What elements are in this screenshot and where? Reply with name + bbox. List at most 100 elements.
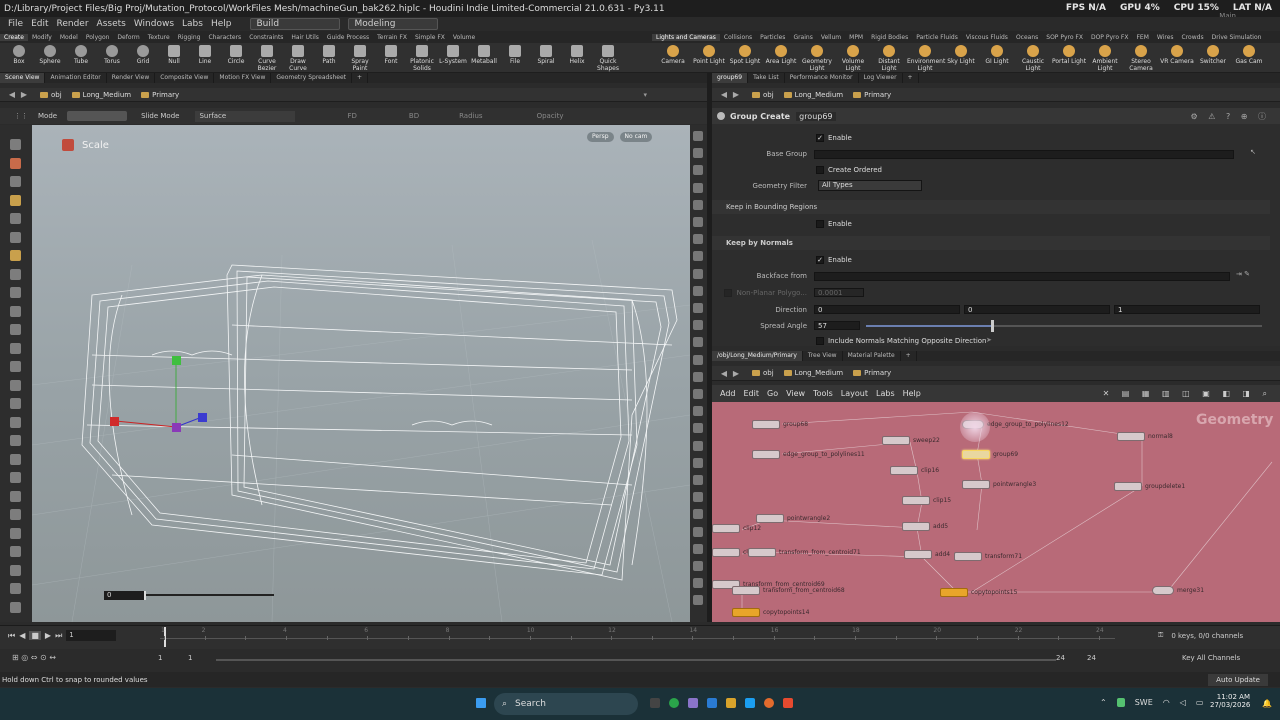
shelf-tool[interactable]: Platonic Solids (407, 45, 437, 72)
pane-tab[interactable]: Render View (107, 73, 156, 83)
display-tool-icon[interactable] (693, 595, 703, 606)
shelf-tab[interactable]: Deform (113, 34, 143, 41)
display-tool-icon[interactable] (693, 389, 703, 399)
play-icon[interactable]: ▶ (45, 631, 51, 640)
shelf-tab[interactable]: Crowds (1178, 34, 1208, 41)
path-obj[interactable]: obj (752, 91, 774, 99)
pane-tab[interactable]: Material Palette (843, 351, 901, 361)
slider-track[interactable] (146, 594, 274, 596)
normals-enable-checkbox[interactable]: ✓ (816, 256, 824, 264)
shelf-tab[interactable]: Guide Process (323, 34, 373, 41)
shelf-tab[interactable]: Modify (28, 34, 56, 41)
direction-x-field[interactable]: 0 (814, 305, 960, 314)
shelf-tab[interactable]: Vellum (817, 34, 845, 41)
display-tool-icon[interactable] (693, 492, 703, 503)
shelf-tool[interactable]: Draw Curve (283, 45, 313, 72)
shelf-tool[interactable]: Distant Light (871, 45, 907, 72)
shelf-tab[interactable]: Hair Utils (287, 34, 322, 41)
path-geo[interactable]: Long_Medium (71, 91, 131, 99)
param-header-icons[interactable]: ⚙ ⚠ ? ⊕ ⓘ (1191, 111, 1270, 122)
shelf-tool[interactable]: Grid (128, 45, 158, 65)
desktop-build-select[interactable]: Build (249, 18, 340, 30)
range-end-field[interactable]: 24 (1056, 654, 1065, 662)
scene-viewport[interactable] (32, 125, 690, 622)
key-all-channels[interactable]: Key All Channels (1182, 654, 1240, 662)
shelf-tool[interactable]: Point Light (691, 45, 727, 65)
toolbox-tool-icon[interactable] (10, 231, 21, 243)
shelf-tab[interactable]: Rigid Bodies (867, 34, 912, 41)
app-icon[interactable] (783, 698, 793, 708)
surface-select[interactable]: Surface (195, 110, 296, 122)
geometry-filter-select[interactable]: All Types (818, 180, 922, 191)
camera-menu[interactable]: No cam (619, 132, 653, 142)
network-toolbar-icons[interactable]: ✕ ▤ ▦ ▥ ◫ ▣ ◧ ◨ ⌕ (1103, 389, 1272, 399)
toolbox-tool-icon[interactable] (10, 194, 21, 206)
toolbox-tool-icon[interactable] (10, 509, 21, 520)
shelf-tool[interactable]: L-System (438, 45, 468, 65)
network-node[interactable]: merge31 (1152, 586, 1204, 596)
forward-arrow-icon[interactable]: ▶ (730, 90, 742, 99)
tray-icon[interactable] (1116, 698, 1125, 707)
display-tool-icon[interactable] (693, 148, 703, 159)
shelf-tab[interactable]: Particle Fluids (912, 34, 962, 41)
shelf-tab[interactable]: MPM (845, 34, 867, 41)
wifi-icon[interactable]: ◠ (1163, 698, 1170, 707)
enable-checkbox[interactable]: ✓ (816, 134, 824, 142)
network-node[interactable]: clip12 (712, 524, 761, 534)
first-frame-icon[interactable]: ⏮ (8, 631, 15, 641)
pane-tab[interactable]: Motion FX View (214, 73, 272, 83)
path-geo[interactable]: Long_Medium (783, 91, 843, 99)
path-node[interactable]: Primary (853, 91, 891, 99)
shelf-tab[interactable]: Rigging (174, 34, 205, 41)
shelf-tool[interactable]: Helix (562, 45, 592, 65)
shelf-tool[interactable]: Sky Light (943, 45, 979, 65)
app-icon[interactable] (745, 698, 755, 708)
shelf-tool[interactable]: Spiral (531, 45, 561, 65)
menu-edit[interactable]: Edit (31, 19, 48, 29)
shelf-tool[interactable]: Metaball (469, 45, 499, 65)
shelf-tool[interactable]: File (500, 45, 530, 65)
display-tool-icon[interactable] (693, 371, 703, 382)
arrow-select-icon[interactable]: ↖ (1250, 148, 1256, 156)
display-tool-icon[interactable] (693, 423, 703, 434)
toolbox-tool-icon[interactable] (10, 435, 21, 446)
direction-y-field[interactable]: 0 (964, 305, 1110, 314)
shelf-tool[interactable]: Area Light (763, 45, 799, 65)
stop-icon[interactable]: ■ (29, 631, 41, 640)
shelf-tab[interactable]: Model (56, 34, 82, 41)
display-tool-icon[interactable] (693, 303, 703, 313)
persp-menu[interactable]: Persp (587, 132, 614, 142)
toolbox-tool-icon[interactable] (10, 268, 21, 280)
keep-normals-section[interactable]: Keep by Normals (712, 236, 1270, 250)
shelf-tool[interactable]: Torus (97, 45, 127, 65)
frame-field[interactable]: 0 (104, 590, 144, 600)
display-tool-icon[interactable] (693, 320, 703, 331)
display-tool-icon[interactable] (693, 165, 703, 176)
network-editor[interactable]: group68 edge_group_to_polylines11 sweep22 c… (712, 402, 1280, 622)
path-node[interactable]: Primary (853, 369, 891, 377)
menu-assets[interactable]: Assets (97, 19, 126, 29)
shelf-tab[interactable]: FEM (1132, 34, 1152, 41)
net-menu-view[interactable]: View (786, 389, 805, 398)
display-tool-icon[interactable] (693, 578, 703, 589)
shelf-tool[interactable]: Null (159, 45, 189, 65)
toolbox-tool-icon[interactable] (10, 546, 21, 557)
shelf-tool[interactable]: Curve Bezier (252, 45, 282, 72)
create-ordered-checkbox[interactable] (816, 166, 824, 174)
net-menu-go[interactable]: Go (767, 389, 778, 398)
display-tool-icon[interactable] (693, 268, 703, 279)
display-tool-icon[interactable] (693, 509, 703, 520)
toolbox-tool-icon[interactable] (10, 287, 21, 298)
toolbox-tool-icon[interactable] (10, 583, 21, 594)
range-tools[interactable]: ⊞ ◎ ⇔ ⊙ ↔ (12, 653, 56, 662)
shelf-tool[interactable]: Sphere (35, 45, 65, 65)
add-tab-icon[interactable]: + (352, 73, 369, 83)
shelf-tab[interactable]: Collisions (720, 34, 756, 41)
range-start-field[interactable]: 1 (158, 654, 162, 662)
display-tool-icon[interactable] (693, 131, 703, 141)
base-group-field[interactable] (814, 150, 1234, 159)
toolbox-tool-icon[interactable] (10, 324, 21, 335)
display-tool-icon[interactable] (693, 526, 703, 537)
pane-tab[interactable]: group69 (712, 73, 749, 83)
shelf-tab[interactable]: Constraints (245, 34, 287, 41)
